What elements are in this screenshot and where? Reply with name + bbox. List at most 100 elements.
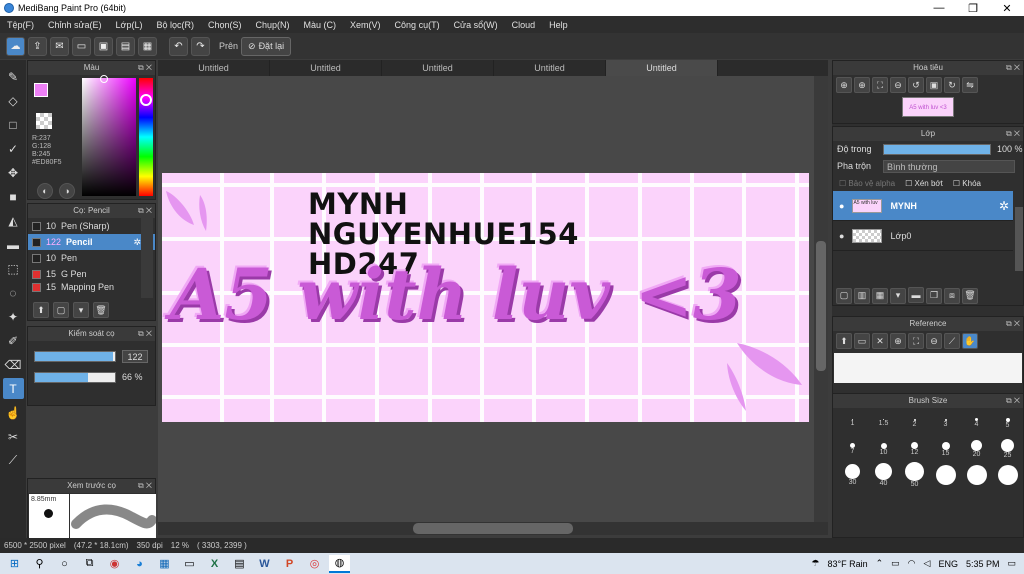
duplicate-layer-icon[interactable]: ❐ (926, 287, 942, 304)
saturation-value-picker[interactable] (82, 75, 136, 196)
brush-size-option[interactable]: 50 (899, 462, 930, 488)
close-reference-icon[interactable]: ✕ (872, 333, 888, 349)
palette-icon[interactable]: ◐ (37, 183, 53, 199)
eyedropper-tool-icon[interactable]: ⟋ (3, 450, 24, 471)
text-tool-icon[interactable]: T (2, 378, 24, 399)
brush-size-option[interactable] (961, 462, 992, 488)
canvas[interactable]: MYNH NGUYENHUE154 HD247 A5 with luv <3 (162, 173, 809, 422)
hue-handle[interactable] (140, 94, 152, 106)
menu-view[interactable]: Xem(V) (343, 20, 388, 30)
brush-size-option[interactable]: 20 (961, 436, 992, 462)
brush-item[interactable]: 10 Pen (Sharp) (28, 218, 155, 234)
delete-brush-icon[interactable]: 🗑 (93, 302, 109, 318)
layer-opacity-slider[interactable] (883, 143, 991, 155)
zoom-in-icon[interactable]: ⊕ (890, 333, 906, 349)
check-tool-icon[interactable]: ✓ (3, 138, 24, 159)
chrome-icon[interactable]: ◎ (304, 555, 325, 573)
eyedrop-icon[interactable]: ◑ (59, 183, 75, 199)
panel-options-icon[interactable]: ⧉ ✕ (1006, 317, 1020, 331)
lasso-tool-icon[interactable]: ◌ (3, 282, 24, 303)
brush-tool-icon[interactable]: ✎ (3, 66, 24, 87)
document-tab[interactable]: Untitled (382, 60, 494, 76)
minimize-icon[interactable]: — (922, 2, 956, 15)
brush-size-option[interactable] (992, 462, 1023, 488)
brush-size-option[interactable]: 2 (899, 410, 930, 436)
delete-layer-icon[interactable]: 🗑 (962, 287, 978, 304)
edge-icon[interactable]: ◕ (129, 555, 150, 573)
flip-icon[interactable]: ⇋ (962, 77, 978, 93)
brush-size-option[interactable]: 1.5 (868, 410, 899, 436)
brush-size-option[interactable]: 40 (868, 462, 899, 488)
zoom-in-icon[interactable]: ⊕ (854, 77, 870, 93)
wifi-icon[interactable]: ◠ (908, 558, 916, 569)
document-tab[interactable]: Untitled (494, 60, 606, 76)
zoom-fit-icon[interactable]: ⊕ (836, 77, 852, 93)
clock[interactable]: 5:35 PM (966, 559, 1000, 569)
brush-size-option[interactable]: 5 (992, 410, 1023, 436)
language-indicator[interactable]: ENG (938, 559, 958, 569)
brush-size-option[interactable]: 7 (837, 436, 868, 462)
brush-item[interactable]: 15 Mapping Pen (28, 282, 155, 292)
select-tool-icon[interactable]: ⬚ (3, 258, 24, 279)
rect-tool-icon[interactable]: □ (3, 114, 24, 135)
folder-icon[interactable]: ▬ (908, 287, 924, 303)
layer-list-scrollbar[interactable] (1015, 207, 1023, 271)
magic-wand-tool-icon[interactable]: ✦ (3, 306, 24, 327)
blend-mode-select[interactable]: Bình thường (883, 159, 1015, 173)
new-8bit-layer-icon[interactable]: ▦ (872, 287, 888, 304)
rotate-right-icon[interactable]: ↻ (944, 77, 960, 93)
brush-menu-icon[interactable]: ▾ (73, 302, 89, 318)
search-icon[interactable]: ⚲ (29, 555, 50, 573)
eye-icon[interactable]: ● (839, 231, 844, 241)
reset-view-icon[interactable]: ▣ (926, 77, 942, 93)
task-view-icon[interactable]: ⧉ (79, 555, 100, 573)
new-halftone-layer-icon[interactable]: ▥ (854, 287, 870, 304)
horizontal-scroll-thumb[interactable] (413, 523, 573, 534)
menu-layer[interactable]: Lớp(L) (109, 20, 150, 30)
menu-cloud[interactable]: Cloud (505, 20, 543, 30)
menu-snap[interactable]: Chụp(N) (249, 20, 297, 30)
eraser-tool-icon[interactable]: ◇ (3, 90, 24, 111)
select-pen-tool-icon[interactable]: ✐ (3, 330, 24, 351)
vertical-scrollbar[interactable] (814, 76, 828, 522)
volume-icon[interactable]: ◁ (924, 558, 931, 569)
protect-alpha-checkbox[interactable]: ☐ Bảo vệ alpha (839, 179, 895, 188)
panel-options-icon[interactable]: ⧉ ✕ (138, 327, 152, 341)
store-icon[interactable]: ▦ (154, 555, 175, 573)
operation-tool-icon[interactable]: ☝ (3, 402, 24, 423)
brush-size-slider[interactable] (34, 351, 116, 362)
network-icon[interactable]: ▭ (891, 558, 900, 569)
reference-area[interactable] (834, 353, 1022, 383)
document-tab[interactable]: Untitled (270, 60, 382, 76)
maximize-icon[interactable]: ❐ (956, 2, 990, 15)
zoom-out-icon[interactable]: ⊖ (890, 77, 906, 93)
brush-size-option[interactable]: 4 (961, 410, 992, 436)
save-icon[interactable]: ▣ (94, 36, 113, 56)
panel-options-icon[interactable]: ⧉ ✕ (1006, 61, 1020, 75)
menu-file[interactable]: Tệp(F) (0, 20, 41, 30)
brush-size-option[interactable]: 25 (992, 436, 1023, 462)
panel-options-icon[interactable]: ⧉ ✕ (1006, 127, 1020, 141)
vertical-scroll-thumb[interactable] (816, 241, 826, 371)
zoom-out-icon[interactable]: ⊖ (926, 333, 942, 349)
panel-options-icon[interactable]: ⧉ ✕ (138, 61, 152, 75)
menu-edit[interactable]: Chỉnh sửa(E) (41, 20, 109, 30)
fit-icon[interactable]: ⛶ (908, 333, 924, 349)
files-icon[interactable]: ▤ (229, 555, 250, 573)
app-icon[interactable]: ◉ (104, 555, 125, 573)
layer-row[interactable]: ● A5 with luv MYNH ✲ (833, 191, 1013, 221)
panel-options-icon[interactable]: ⧉ ✕ (138, 479, 152, 493)
new-brush-icon[interactable]: ▢ (53, 302, 69, 318)
weather-text[interactable]: 83°F Rain (827, 559, 867, 569)
redo-icon[interactable]: ↷ (191, 36, 210, 56)
word-icon[interactable]: W (254, 555, 275, 573)
grid-icon[interactable]: ▦ (138, 36, 157, 56)
eye-icon[interactable]: ● (839, 201, 844, 211)
brush-opacity-slider[interactable] (34, 372, 116, 383)
medibang-icon[interactable]: ◍ (329, 554, 350, 573)
fit-window-icon[interactable]: ⛶ (872, 77, 888, 93)
color-picker-handle[interactable] (100, 75, 108, 83)
gear-icon[interactable]: ✲ (999, 199, 1009, 213)
open-reference-icon[interactable]: ⬆ (836, 333, 852, 349)
powerpoint-icon[interactable]: P (279, 555, 300, 573)
